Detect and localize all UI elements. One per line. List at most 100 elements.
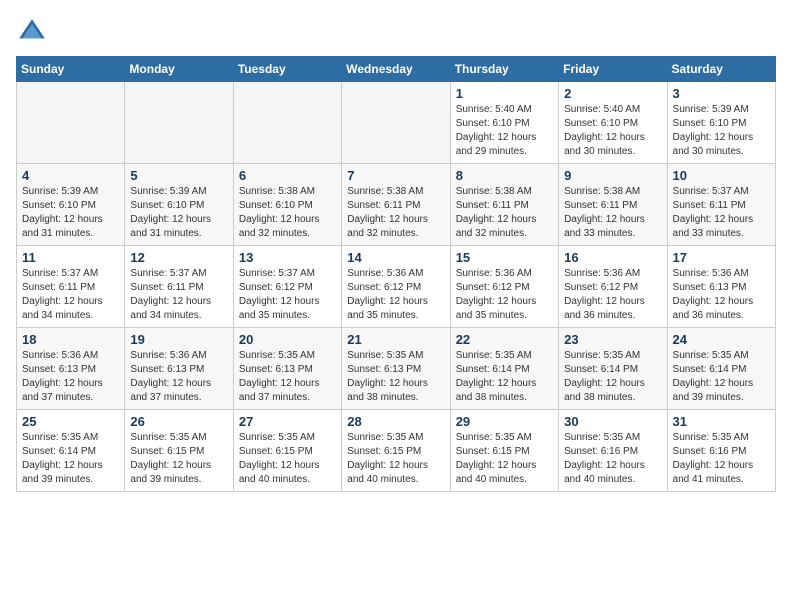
- day-number: 1: [456, 86, 553, 101]
- day-number: 29: [456, 414, 553, 429]
- day-number: 12: [130, 250, 227, 265]
- weekday-header-saturday: Saturday: [667, 57, 775, 82]
- day-info: Sunrise: 5:35 AM Sunset: 6:15 PM Dayligh…: [456, 431, 553, 487]
- calendar-cell: 25Sunrise: 5:35 AM Sunset: 6:14 PM Dayli…: [17, 410, 125, 492]
- calendar-cell: 6 Sunrise: 5:38 AM Sunset: 6:10 PM Daylig…: [233, 164, 341, 246]
- calendar-cell: [342, 82, 450, 164]
- day-number: 8: [456, 168, 553, 183]
- day-number: 7: [347, 168, 444, 183]
- calendar-cell: 17 Sunrise: 5:36 AM Sunset: 6:13 PM Dayli…: [667, 246, 775, 328]
- calendar-week-2: 4 Sunrise: 5:39 AM Sunset: 6:10 PM Daylig…: [17, 164, 776, 246]
- calendar-cell: 24 Sunrise: 5:35 AM Sunset: 6:14 PM Dayli…: [667, 328, 775, 410]
- day-number: 13: [239, 250, 336, 265]
- day-info: Sunrise: 5:35 AM Sunset: 6:15 PM Dayligh…: [239, 431, 336, 487]
- calendar-cell: 9 Sunrise: 5:38 AM Sunset: 6:11 PM Daylig…: [559, 164, 667, 246]
- day-info: Sunrise: 5:38 AM Sunset: 6:11 PM Dayligh…: [564, 185, 661, 241]
- day-number: 19: [130, 332, 227, 347]
- calendar-cell: 16 Sunrise: 5:36 AM Sunset: 6:12 PM Dayli…: [559, 246, 667, 328]
- day-info: Sunrise: 5:36 AM Sunset: 6:12 PM Dayligh…: [347, 267, 444, 323]
- calendar-cell: 14 Sunrise: 5:36 AM Sunset: 6:12 PM Dayli…: [342, 246, 450, 328]
- day-info: Sunrise: 5:35 AM Sunset: 6:15 PM Dayligh…: [130, 431, 227, 487]
- day-number: 25: [22, 414, 119, 429]
- calendar-cell: 8 Sunrise: 5:38 AM Sunset: 6:11 PM Daylig…: [450, 164, 558, 246]
- day-number: 27: [239, 414, 336, 429]
- day-info: Sunrise: 5:38 AM Sunset: 6:11 PM Dayligh…: [456, 185, 553, 241]
- calendar-cell: 12 Sunrise: 5:37 AM Sunset: 6:11 PM Dayli…: [125, 246, 233, 328]
- day-number: 10: [673, 168, 770, 183]
- day-number: 26: [130, 414, 227, 429]
- day-number: 3: [673, 86, 770, 101]
- day-info: Sunrise: 5:38 AM Sunset: 6:10 PM Dayligh…: [239, 185, 336, 241]
- day-info: Sunrise: 5:38 AM Sunset: 6:11 PM Dayligh…: [347, 185, 444, 241]
- day-number: 28: [347, 414, 444, 429]
- day-number: 4: [22, 168, 119, 183]
- day-number: 20: [239, 332, 336, 347]
- day-number: 17: [673, 250, 770, 265]
- calendar-cell: 27 Sunrise: 5:35 AM Sunset: 6:15 PM Dayli…: [233, 410, 341, 492]
- day-number: 30: [564, 414, 661, 429]
- page-header: [16, 16, 776, 48]
- day-info: Sunrise: 5:36 AM Sunset: 6:12 PM Dayligh…: [564, 267, 661, 323]
- calendar-week-5: 25Sunrise: 5:35 AM Sunset: 6:14 PM Dayli…: [17, 410, 776, 492]
- calendar-cell: 10 Sunrise: 5:37 AM Sunset: 6:11 PM Dayli…: [667, 164, 775, 246]
- calendar-cell: 20 Sunrise: 5:35 AM Sunset: 6:13 PM Dayli…: [233, 328, 341, 410]
- day-number: 6: [239, 168, 336, 183]
- calendar-week-3: 11 Sunrise: 5:37 AM Sunset: 6:11 PM Dayli…: [17, 246, 776, 328]
- day-info: Sunrise: 5:37 AM Sunset: 6:11 PM Dayligh…: [130, 267, 227, 323]
- calendar-cell: [17, 82, 125, 164]
- day-number: 11: [22, 250, 119, 265]
- day-info: Sunrise: 5:35 AM Sunset: 6:16 PM Dayligh…: [673, 431, 770, 487]
- day-info: Sunrise: 5:36 AM Sunset: 6:13 PM Dayligh…: [130, 349, 227, 405]
- calendar-cell: [125, 82, 233, 164]
- day-info: Sunrise: 5:35 AM Sunset: 6:16 PM Dayligh…: [564, 431, 661, 487]
- calendar-cell: 11Sunrise: 5:37 AM Sunset: 6:11 PM Dayli…: [17, 246, 125, 328]
- calendar-cell: 7 Sunrise: 5:38 AM Sunset: 6:11 PM Daylig…: [342, 164, 450, 246]
- calendar-cell: 29 Sunrise: 5:35 AM Sunset: 6:15 PM Dayli…: [450, 410, 558, 492]
- day-info: Sunrise: 5:36 AM Sunset: 6:13 PM Dayligh…: [673, 267, 770, 323]
- calendar-cell: 30 Sunrise: 5:35 AM Sunset: 6:16 PM Dayli…: [559, 410, 667, 492]
- day-info: Sunrise: 5:35 AM Sunset: 6:14 PM Dayligh…: [673, 349, 770, 405]
- day-number: 16: [564, 250, 661, 265]
- calendar-cell: 19 Sunrise: 5:36 AM Sunset: 6:13 PM Dayli…: [125, 328, 233, 410]
- day-info: Sunrise: 5:40 AM Sunset: 6:10 PM Dayligh…: [456, 103, 553, 159]
- calendar-cell: 5 Sunrise: 5:39 AM Sunset: 6:10 PM Daylig…: [125, 164, 233, 246]
- day-info: Sunrise: 5:35 AM Sunset: 6:14 PM Dayligh…: [564, 349, 661, 405]
- day-info: Sunrise: 5:35 AM Sunset: 6:15 PM Dayligh…: [347, 431, 444, 487]
- weekday-header-wednesday: Wednesday: [342, 57, 450, 82]
- calendar-cell: 15Sunrise: 5:36 AM Sunset: 6:12 PM Dayli…: [450, 246, 558, 328]
- day-info: Sunrise: 5:39 AM Sunset: 6:10 PM Dayligh…: [673, 103, 770, 159]
- weekday-header-sunday: Sunday: [17, 57, 125, 82]
- weekday-header-row: SundayMondayTuesdayWednesdayThursdayFrid…: [17, 57, 776, 82]
- day-info: Sunrise: 5:35 AM Sunset: 6:13 PM Dayligh…: [347, 349, 444, 405]
- day-info: Sunrise: 5:35 AM Sunset: 6:13 PM Dayligh…: [239, 349, 336, 405]
- calendar-cell: 4 Sunrise: 5:39 AM Sunset: 6:10 PM Daylig…: [17, 164, 125, 246]
- day-number: 22: [456, 332, 553, 347]
- day-number: 24: [673, 332, 770, 347]
- weekday-header-friday: Friday: [559, 57, 667, 82]
- day-info: Sunrise: 5:39 AM Sunset: 6:10 PM Dayligh…: [22, 185, 119, 241]
- day-info: Sunrise: 5:37 AM Sunset: 6:11 PM Dayligh…: [673, 185, 770, 241]
- calendar-cell: 1 Sunrise: 5:40 AM Sunset: 6:10 PM Daylig…: [450, 82, 558, 164]
- calendar-table: SundayMondayTuesdayWednesdayThursdayFrid…: [16, 56, 776, 492]
- calendar-cell: 23 Sunrise: 5:35 AM Sunset: 6:14 PM Dayli…: [559, 328, 667, 410]
- day-number: 14: [347, 250, 444, 265]
- day-number: 21: [347, 332, 444, 347]
- calendar-cell: 31Sunrise: 5:35 AM Sunset: 6:16 PM Dayli…: [667, 410, 775, 492]
- day-info: Sunrise: 5:36 AM Sunset: 6:13 PM Dayligh…: [22, 349, 119, 405]
- day-number: 23: [564, 332, 661, 347]
- day-info: Sunrise: 5:39 AM Sunset: 6:10 PM Dayligh…: [130, 185, 227, 241]
- calendar-cell: 26 Sunrise: 5:35 AM Sunset: 6:15 PM Dayli…: [125, 410, 233, 492]
- day-number: 2: [564, 86, 661, 101]
- calendar-week-4: 18 Sunrise: 5:36 AM Sunset: 6:13 PM Dayli…: [17, 328, 776, 410]
- calendar-cell: 2Sunrise: 5:40 AM Sunset: 6:10 PM Daylig…: [559, 82, 667, 164]
- calendar-cell: 22Sunrise: 5:35 AM Sunset: 6:14 PM Dayli…: [450, 328, 558, 410]
- weekday-header-monday: Monday: [125, 57, 233, 82]
- day-number: 18: [22, 332, 119, 347]
- calendar-cell: [233, 82, 341, 164]
- day-info: Sunrise: 5:36 AM Sunset: 6:12 PM Dayligh…: [456, 267, 553, 323]
- day-number: 5: [130, 168, 227, 183]
- day-number: 9: [564, 168, 661, 183]
- calendar-cell: 18 Sunrise: 5:36 AM Sunset: 6:13 PM Dayli…: [17, 328, 125, 410]
- logo: [16, 16, 52, 48]
- calendar-cell: 28 Sunrise: 5:35 AM Sunset: 6:15 PM Dayli…: [342, 410, 450, 492]
